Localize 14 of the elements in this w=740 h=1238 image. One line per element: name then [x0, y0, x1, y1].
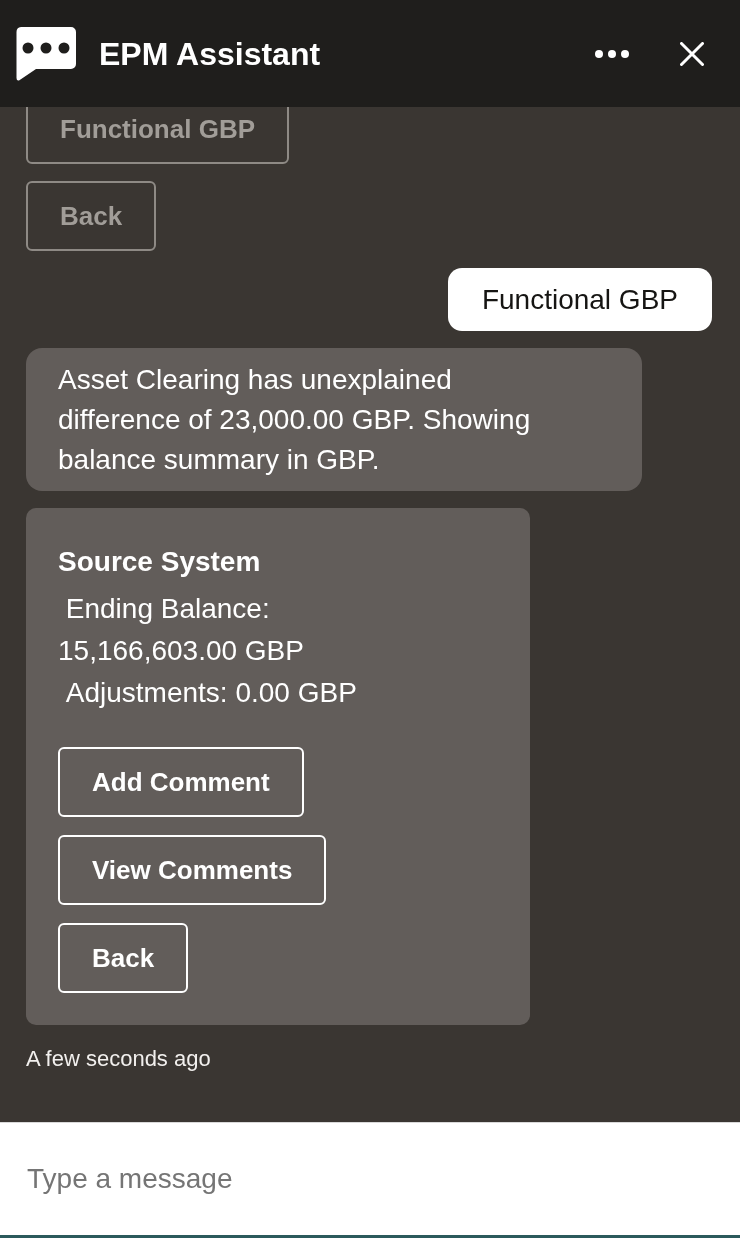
- timestamp: A few seconds ago: [26, 1045, 211, 1073]
- close-icon[interactable]: [680, 41, 704, 66]
- balance-text: Adjustments: 0.00 GBP: [64, 676, 358, 710]
- reply-option-button[interactable]: View Comments: [58, 835, 327, 905]
- chat-bubble-icon: [16, 26, 76, 81]
- bot-message: Asset Clearing has unexplained difference of 23,000.00 GBP. Showing balance summary in GBP.: [26, 348, 642, 491]
- user-message: Functional GBP: [447, 268, 712, 331]
- card-title: Source System: [58, 545, 261, 579]
- reply-option-button[interactable]: Add Comment: [58, 747, 304, 817]
- reply-option-button[interactable]: Back: [58, 923, 189, 993]
- message-input[interactable]: Type a message: [0, 1122, 740, 1238]
- window-title: EPM Assistant: [99, 34, 322, 74]
- more-options-icon[interactable]: [595, 49, 629, 58]
- balance-text: Ending Balance: 15,166,603.00 GBP: [58, 592, 305, 668]
